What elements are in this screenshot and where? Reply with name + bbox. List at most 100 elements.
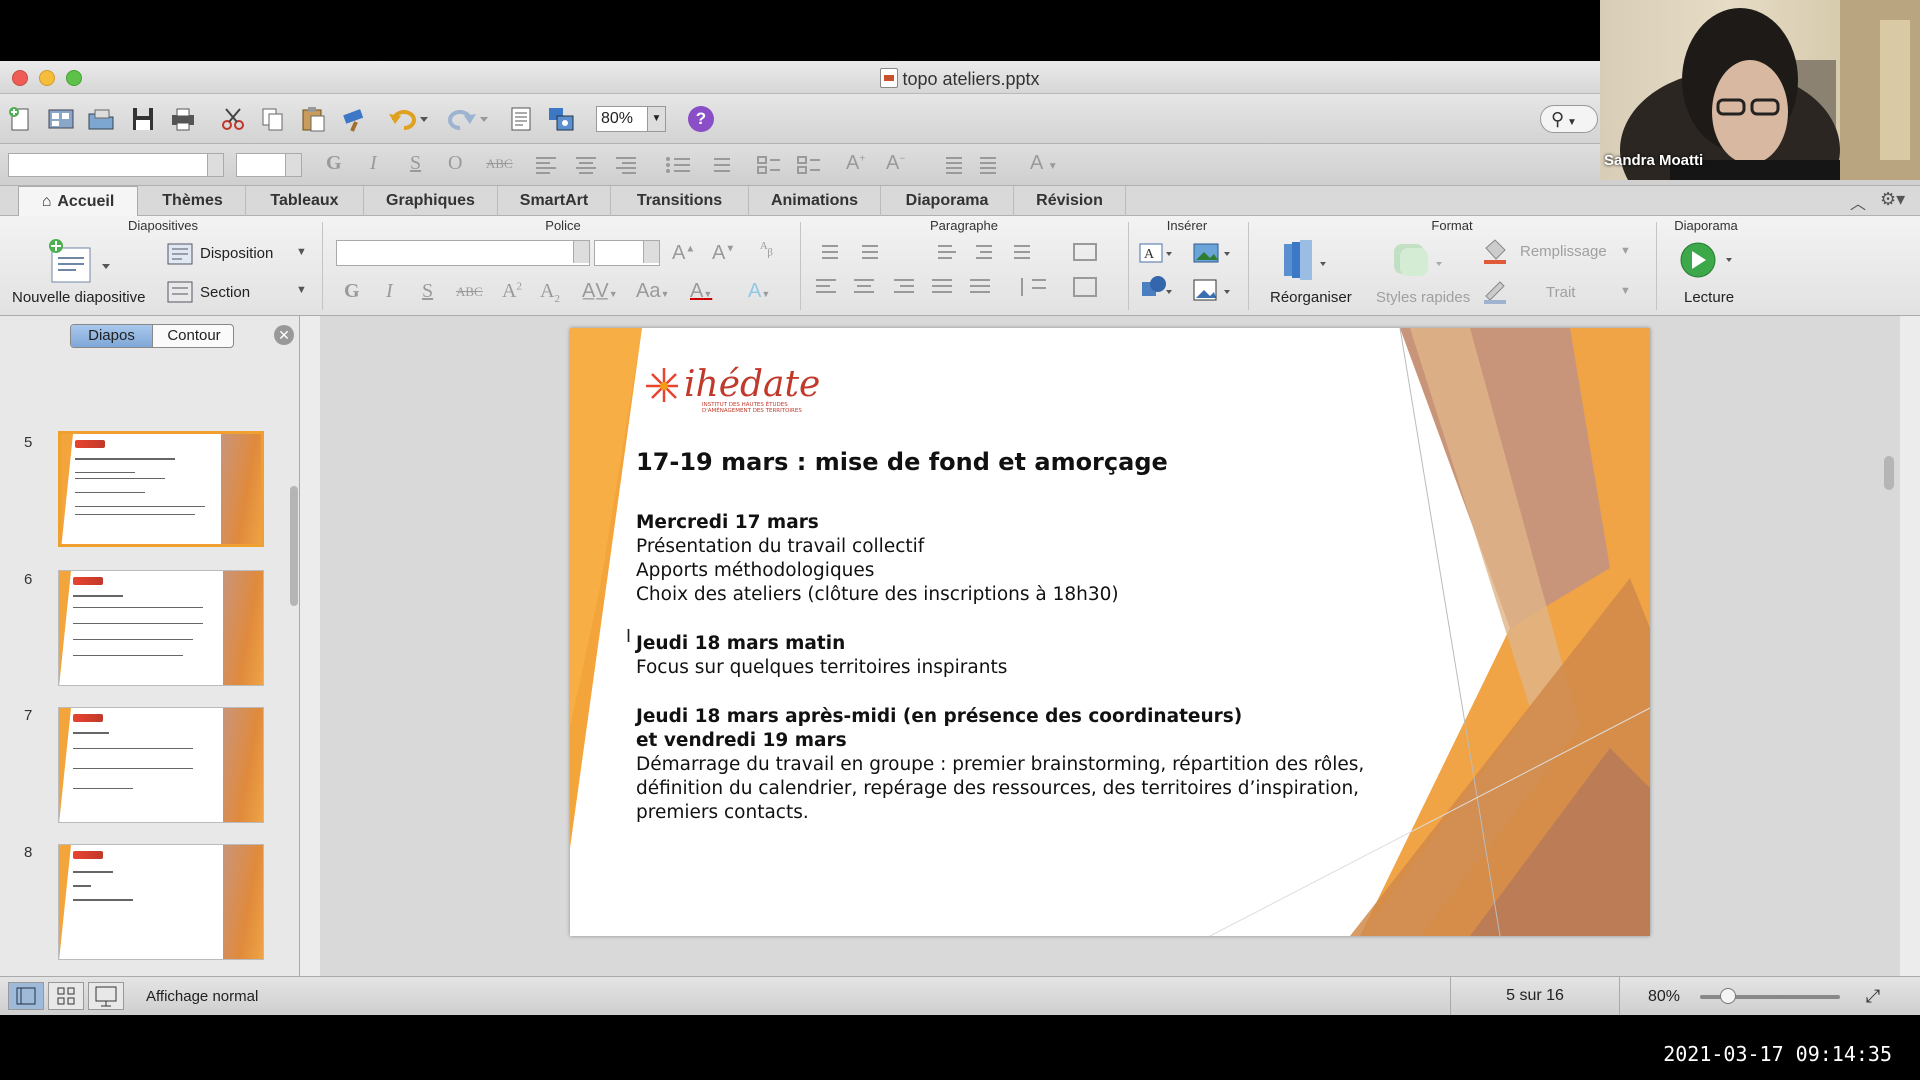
sorter-view-button[interactable] xyxy=(48,982,84,1010)
grow-font-icon[interactable]: A+ xyxy=(846,152,865,175)
shadow-icon[interactable]: O xyxy=(448,152,462,175)
underline-icon[interactable]: S xyxy=(410,152,421,175)
pane-scrollbar[interactable] xyxy=(290,486,298,606)
shrink-font-icon[interactable]: A− xyxy=(886,152,905,175)
reorganize-label[interactable]: Réorganiser xyxy=(1270,289,1352,306)
paste-icon[interactable] xyxy=(298,104,328,134)
chevron-down-icon[interactable]: ▼ xyxy=(296,284,307,296)
format-painter-icon[interactable] xyxy=(340,104,370,134)
tab-accueil[interactable]: ⌂ Accueil xyxy=(18,186,138,216)
search-button[interactable]: ⚲ ▼ xyxy=(1540,105,1598,133)
home-icon: ⌂ xyxy=(41,193,52,210)
open-icon[interactable] xyxy=(86,104,116,134)
play-label[interactable]: Lecture xyxy=(1684,289,1734,306)
slide-day-heading: Jeudi 18 mars après-midi (en présence de… xyxy=(636,706,1243,727)
character-spacing-icon[interactable]: A̲V̲▼ xyxy=(582,280,618,303)
cut-icon[interactable] xyxy=(218,104,248,134)
font-color-icon[interactable]: A▼ xyxy=(690,280,712,303)
list-icons[interactable] xyxy=(664,154,744,176)
media-browser-icon[interactable] xyxy=(546,104,576,134)
font-name-field[interactable] xyxy=(8,153,224,177)
undo-icon[interactable] xyxy=(386,104,430,134)
close-pane-icon[interactable]: ✕ xyxy=(274,325,294,345)
copy-icon[interactable] xyxy=(258,104,288,134)
font-color-icon[interactable]: A ▼ xyxy=(1030,152,1058,175)
thumbnail-line xyxy=(73,607,203,608)
print-icon[interactable] xyxy=(168,104,198,134)
tab-themes[interactable]: Thèmes xyxy=(140,186,246,216)
chevron-down-icon[interactable]: ▼ xyxy=(296,246,307,258)
grow-font-icon[interactable]: A▲ xyxy=(672,242,695,265)
ribbon-home: Diapositives Nouvelle diapositive Dispos… xyxy=(0,216,1920,316)
slideshow-view-button[interactable] xyxy=(88,982,124,1010)
slide-sorter-icon[interactable] xyxy=(506,104,536,134)
thumbnail-decoration xyxy=(223,571,263,685)
tab-outline[interactable]: Contour xyxy=(153,325,233,347)
shrink-font-icon[interactable]: A▼ xyxy=(712,242,735,265)
indent-icons[interactable] xyxy=(936,154,1006,176)
text-effects-icon[interactable]: A▼ xyxy=(748,280,770,303)
tab-label: Accueil xyxy=(57,193,115,210)
align-icons[interactable] xyxy=(534,154,674,176)
gear-icon[interactable]: ⚙▾ xyxy=(1880,189,1905,210)
save-icon[interactable] xyxy=(128,104,158,134)
chevron-down-icon[interactable]: ▼ xyxy=(1620,285,1631,297)
change-case-icon[interactable]: Aa▼ xyxy=(636,280,669,303)
chevron-down-icon[interactable]: ▼ xyxy=(1620,245,1631,257)
zoom-select[interactable]: 80% ▼ xyxy=(596,106,666,132)
new-document-icon[interactable] xyxy=(6,104,36,134)
insert-tools-icons[interactable]: A xyxy=(1138,240,1238,306)
tab-diaporama[interactable]: Diaporama xyxy=(881,186,1014,216)
slide-thumbnail-6[interactable] xyxy=(58,570,264,686)
tab-smartart[interactable]: SmartArt xyxy=(498,186,611,216)
tab-tableaux[interactable]: Tableaux xyxy=(246,186,364,216)
columns-icons[interactable] xyxy=(756,154,826,176)
font-size-field[interactable] xyxy=(236,153,302,177)
fill-bucket-icon[interactable] xyxy=(1480,238,1510,264)
fill-label[interactable]: Remplissage xyxy=(1520,243,1607,260)
layout-label[interactable]: Disposition xyxy=(200,245,273,262)
gallery-icon[interactable] xyxy=(46,104,76,134)
subscript-icon[interactable]: A2 xyxy=(540,280,560,305)
line-pencil-icon[interactable] xyxy=(1480,278,1510,304)
zoom-slider-knob[interactable] xyxy=(1720,988,1736,1004)
tab-graphiques[interactable]: Graphiques xyxy=(364,186,498,216)
normal-view-button[interactable] xyxy=(8,982,44,1010)
underline-icon[interactable]: S xyxy=(422,280,433,303)
tab-transitions[interactable]: Transitions xyxy=(611,186,749,216)
italic-icon[interactable]: I xyxy=(386,280,393,303)
paragraph-tools-icons[interactable] xyxy=(814,240,1114,306)
strikethrough-icon[interactable]: ABC xyxy=(486,156,513,172)
redo-icon[interactable] xyxy=(444,104,488,134)
play-icon[interactable] xyxy=(1676,240,1736,280)
quick-styles-label[interactable]: Styles rapides xyxy=(1376,289,1470,306)
current-slide[interactable]: ihédate INSTITUT DES HAUTES ÉTUDES D'AMÉ… xyxy=(570,328,1650,936)
canvas-scrollbar[interactable] xyxy=(1884,456,1894,490)
layout-icon[interactable] xyxy=(166,242,194,266)
italic-icon[interactable]: I xyxy=(370,152,377,175)
ribbon-font-size[interactable] xyxy=(594,240,660,266)
slide-thumbnail-7[interactable] xyxy=(58,707,264,823)
section-icon[interactable] xyxy=(166,280,194,304)
superscript-icon[interactable]: A2 xyxy=(502,280,522,303)
line-label[interactable]: Trait xyxy=(1546,284,1575,301)
bold-icon[interactable]: G xyxy=(344,280,360,303)
ribbon-font-name[interactable] xyxy=(336,240,590,266)
new-slide-label[interactable]: Nouvelle diapositive xyxy=(12,289,145,306)
new-slide-icon[interactable] xyxy=(48,236,114,286)
tab-revision[interactable]: Révision xyxy=(1014,186,1126,216)
zoom-value: 80% xyxy=(601,110,634,127)
bold-icon[interactable]: G xyxy=(326,152,342,175)
fit-to-window-icon[interactable]: ⤢ xyxy=(1860,983,1886,1009)
reorganize-icon[interactable] xyxy=(1280,238,1332,282)
slide-thumbnail-5[interactable] xyxy=(58,431,264,547)
quick-styles-icon[interactable] xyxy=(1390,238,1448,282)
strikethrough-icon[interactable]: ABC xyxy=(456,284,483,300)
help-button[interactable]: ? xyxy=(688,106,714,132)
section-label[interactable]: Section xyxy=(200,284,250,301)
clear-format-icon[interactable]: ᴬᵦ xyxy=(760,238,773,259)
collapse-ribbon-icon[interactable]: ︿ xyxy=(1850,190,1866,214)
slide-thumbnail-8[interactable] xyxy=(58,844,264,960)
tab-animations[interactable]: Animations xyxy=(749,186,881,216)
tab-slides[interactable]: Diapos xyxy=(71,325,153,347)
